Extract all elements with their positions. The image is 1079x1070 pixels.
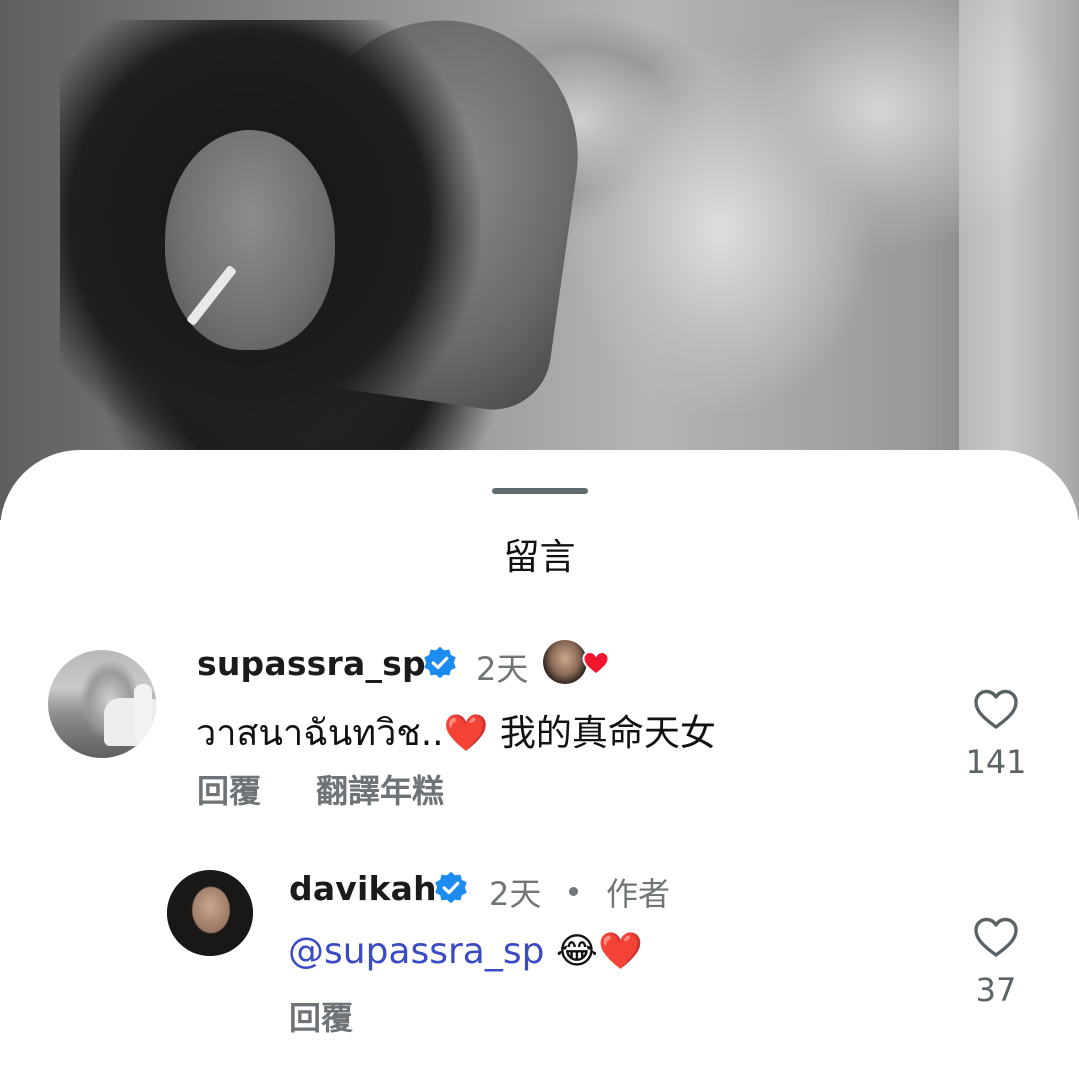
like-count: 141 — [965, 743, 1027, 781]
comment-time: 2天 — [489, 875, 542, 913]
like-group: 37 — [951, 915, 1041, 1009]
comments-screen: 留言 supassra_sp 2天 วาสนาฉันทวิช..❤️ 我的真命天… — [0, 0, 1079, 1070]
like-group: 141 — [951, 687, 1041, 781]
author-badge: 作者 — [606, 875, 671, 913]
creator-liked-indicator — [543, 636, 611, 686]
separator-dot — [569, 887, 578, 896]
comment-username[interactable]: davikah — [289, 869, 437, 908]
mention-link[interactable]: @supassra_sp — [288, 931, 544, 972]
heart-outline-icon[interactable] — [972, 915, 1020, 959]
sheet-drag-handle[interactable] — [492, 488, 588, 494]
red-heart-emoji: ❤️ — [443, 713, 489, 754]
comment-text: วาสนาฉันทวิช..❤️ 我的真命天女 — [196, 704, 716, 761]
comment-text-thai: วาสนาฉันทวิช.. — [196, 713, 444, 754]
verified-badge-icon — [435, 871, 467, 904]
laugh-heart-emoji: 😂❤️ — [555, 931, 643, 972]
comment-time: 2天 — [476, 650, 529, 688]
reply-button[interactable]: 回覆 — [289, 993, 353, 1039]
translate-button[interactable]: 翻譯年糕 — [316, 766, 444, 812]
reply-button[interactable]: 回覆 — [197, 766, 261, 812]
heart-outline-icon[interactable] — [972, 687, 1020, 731]
comment-text-chinese: 我的真命天女 — [499, 713, 716, 754]
comments-sheet: 留言 supassra_sp 2天 วาสนาฉันทวิช..❤️ 我的真命天… — [0, 450, 1079, 1070]
avatar[interactable] — [167, 870, 253, 956]
comment-text: @supassra_sp 😂❤️ — [288, 930, 643, 972]
red-heart-icon — [582, 650, 610, 676]
verified-badge-icon — [424, 646, 456, 679]
comment-username[interactable]: supassra_sp — [197, 644, 426, 683]
avatar[interactable] — [48, 650, 156, 758]
post-photo — [0, 0, 1079, 520]
like-count: 37 — [975, 971, 1017, 1009]
sheet-title: 留言 — [503, 537, 576, 578]
